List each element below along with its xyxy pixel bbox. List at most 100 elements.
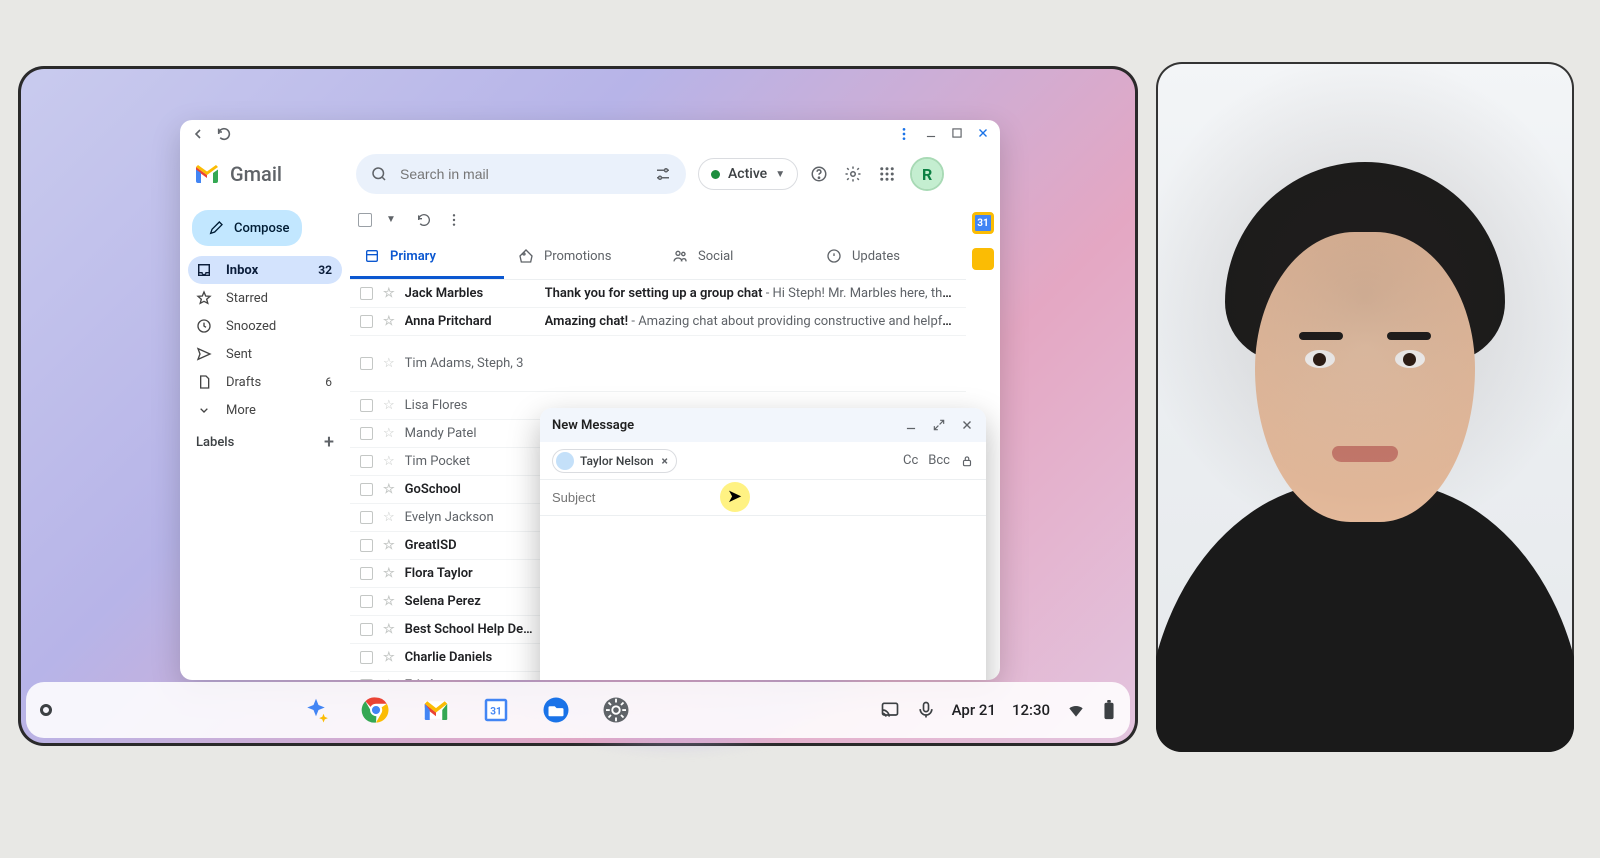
row-checkbox[interactable] xyxy=(360,399,373,412)
cast-icon[interactable] xyxy=(880,700,900,720)
compose-title-bar[interactable]: New Message xyxy=(540,408,986,442)
tab-icon xyxy=(518,248,534,264)
labels-title: Labels xyxy=(196,435,234,450)
keep-addon-icon[interactable] xyxy=(972,248,994,270)
cc-button[interactable]: Cc xyxy=(903,453,918,468)
tab-primary[interactable]: Primary xyxy=(350,236,504,279)
row-checkbox[interactable] xyxy=(360,567,373,580)
calendar-app-icon[interactable]: 31 xyxy=(477,691,515,729)
battery-icon[interactable] xyxy=(1102,700,1116,720)
compose-subject-row[interactable]: ➤ xyxy=(540,480,986,516)
tune-icon[interactable] xyxy=(654,165,672,183)
settings-app-icon[interactable] xyxy=(597,691,635,729)
sidebar-item-sent[interactable]: Sent xyxy=(188,340,342,368)
row-checkbox[interactable] xyxy=(360,357,373,370)
tab-promotions[interactable]: Promotions xyxy=(504,236,658,279)
status-chip[interactable]: Active ▼ xyxy=(698,158,798,190)
refresh-icon[interactable] xyxy=(416,212,432,228)
wifi-icon[interactable] xyxy=(1066,700,1086,720)
star-icon[interactable]: ☆ xyxy=(383,650,395,665)
search-bar[interactable] xyxy=(356,154,686,194)
mail-row[interactable]: ☆ Tim Adams, Steph, 3 xyxy=(350,336,966,392)
chromeos-shelf: 31 Apr 21 12:30 xyxy=(26,682,1130,738)
chrome-app-icon[interactable] xyxy=(357,691,395,729)
row-checkbox[interactable] xyxy=(360,427,373,440)
row-checkbox[interactable] xyxy=(360,623,373,636)
row-checkbox[interactable] xyxy=(360,679,373,680)
star-icon[interactable]: ☆ xyxy=(383,678,395,680)
compose-fullscreen-icon[interactable] xyxy=(932,418,946,432)
sidebar-item-starred[interactable]: Starred xyxy=(188,284,342,312)
mail-row[interactable]: ☆ Anna Pritchard Amazing chat! - Amazing… xyxy=(350,308,966,336)
assistant-app-icon[interactable] xyxy=(297,691,335,729)
star-icon[interactable]: ☆ xyxy=(383,510,395,525)
sidebar-item-snoozed[interactable]: Snoozed xyxy=(188,312,342,340)
star-icon[interactable]: ☆ xyxy=(383,622,395,637)
sidebar-item-label: Sent xyxy=(226,347,252,362)
star-icon[interactable]: ☆ xyxy=(383,314,395,329)
more-icon[interactable] xyxy=(446,212,462,228)
recipient-name: Taylor Nelson xyxy=(580,454,654,468)
star-icon[interactable]: ☆ xyxy=(383,482,395,497)
star-icon[interactable]: ☆ xyxy=(383,426,395,441)
settings-icon[interactable] xyxy=(844,165,862,183)
apps-grid-icon[interactable] xyxy=(878,165,896,183)
chip-remove-icon[interactable]: × xyxy=(660,454,670,468)
star-icon[interactable]: ☆ xyxy=(383,594,395,609)
tab-social[interactable]: Social xyxy=(658,236,812,279)
back-icon[interactable] xyxy=(190,126,206,142)
row-checkbox[interactable] xyxy=(360,315,373,328)
compose-body[interactable] xyxy=(540,516,986,680)
tab-updates[interactable]: Updates xyxy=(812,236,966,279)
recipient-chip[interactable]: Taylor Nelson × xyxy=(552,449,677,473)
sidebar-item-drafts[interactable]: Drafts 6 xyxy=(188,368,342,396)
compose-minimize-icon[interactable] xyxy=(904,418,918,432)
gmail-app-icon[interactable] xyxy=(417,691,455,729)
account-avatar[interactable]: R xyxy=(912,159,942,189)
window-close-icon[interactable] xyxy=(976,126,990,142)
add-label-icon[interactable]: + xyxy=(324,432,334,453)
bcc-button[interactable]: Bcc xyxy=(928,453,950,468)
minimize-icon[interactable] xyxy=(924,126,938,142)
calendar-addon-icon[interactable]: 31 xyxy=(972,212,994,234)
compose-close-icon[interactable] xyxy=(960,418,974,432)
contacts-lock-icon[interactable] xyxy=(960,454,974,468)
star-icon[interactable]: ☆ xyxy=(383,454,395,469)
star-icon[interactable]: ☆ xyxy=(383,356,395,371)
select-all-checkbox[interactable] xyxy=(358,213,372,227)
chevron-down-icon: ▼ xyxy=(775,169,785,180)
sidebar-item-more[interactable]: More xyxy=(188,396,342,424)
compose-label: Compose xyxy=(234,221,290,236)
star-icon[interactable]: ☆ xyxy=(383,398,395,413)
star-icon[interactable]: ☆ xyxy=(383,538,395,553)
mail-sender: GoSchool xyxy=(405,482,535,497)
files-app-icon[interactable] xyxy=(537,691,575,729)
status-dot-icon xyxy=(711,170,720,179)
row-checkbox[interactable] xyxy=(360,539,373,552)
row-checkbox[interactable] xyxy=(360,511,373,524)
help-icon[interactable] xyxy=(810,165,828,183)
row-checkbox[interactable] xyxy=(360,651,373,664)
sidebar-item-inbox[interactable]: Inbox 32 xyxy=(188,256,342,284)
recipient-avatar-icon xyxy=(556,452,574,470)
row-checkbox[interactable] xyxy=(360,595,373,608)
mic-icon[interactable] xyxy=(916,700,936,720)
mail-row[interactable]: ☆ Jack Marbles Thank you for setting up … xyxy=(350,280,966,308)
star-icon[interactable]: ☆ xyxy=(383,286,395,301)
presenter-webcam xyxy=(1156,62,1574,752)
subject-input[interactable] xyxy=(552,490,974,505)
row-checkbox[interactable] xyxy=(360,483,373,496)
launcher-icon[interactable] xyxy=(40,704,52,716)
star-icon[interactable]: ☆ xyxy=(383,566,395,581)
search-input[interactable] xyxy=(400,166,642,182)
select-all-caret-icon[interactable]: ▼ xyxy=(386,214,396,225)
compose-to-field[interactable]: Taylor Nelson × Cc Bcc xyxy=(540,442,986,480)
shelf-time[interactable]: 12:30 xyxy=(1012,701,1050,719)
reload-icon[interactable] xyxy=(216,126,232,142)
row-checkbox[interactable] xyxy=(360,287,373,300)
shelf-date[interactable]: Apr 21 xyxy=(952,701,996,719)
kebab-icon[interactable] xyxy=(896,126,912,142)
compose-button[interactable]: Compose xyxy=(192,210,302,246)
maximize-icon[interactable] xyxy=(950,126,964,142)
row-checkbox[interactable] xyxy=(360,455,373,468)
